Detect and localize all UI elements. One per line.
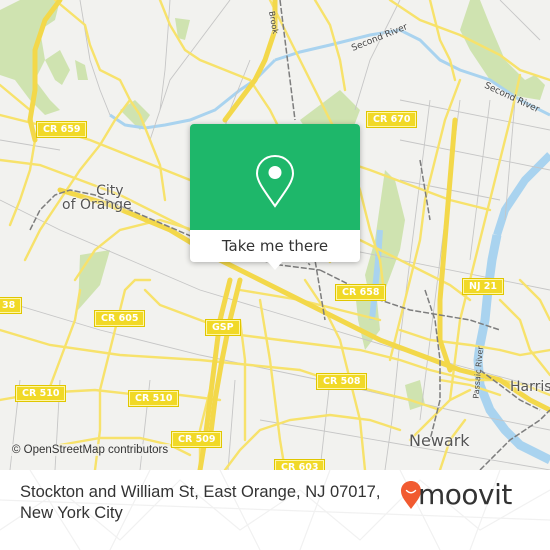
road-shield-cr-603: CR 603 (273, 459, 326, 470)
address-line2: New York City (20, 504, 123, 522)
road-shield-cr-638: 38 (0, 297, 23, 314)
address-line1: Stockton and William St, East Orange, NJ… (20, 483, 381, 501)
road-shield-cr-605: CR 605 (93, 310, 146, 327)
place-label-city-of-orange: City of Orange (62, 183, 132, 212)
popup-header (190, 124, 360, 230)
place-label-line1: City (96, 183, 124, 199)
address-text: Stockton and William St, East Orange, NJ… (20, 482, 410, 524)
moovit-logo: moovit (398, 478, 548, 518)
place-label-line2: of Orange (62, 197, 132, 213)
moovit-logo-text: moovit (418, 478, 512, 511)
road-shield-cr-510-east: CR 510 (127, 390, 180, 407)
road-shield-gsp: GSP (205, 319, 241, 336)
road-shield-cr-509: CR 509 (170, 431, 223, 448)
place-label-newark: Newark (409, 431, 470, 450)
map-attribution[interactable]: © OpenStreetMap contributors (10, 444, 171, 456)
road-shield-cr-670: CR 670 (365, 111, 418, 128)
map-view[interactable]: City of Orange Newark Harrison Second Ri… (0, 0, 550, 470)
location-popup: Take me there (190, 124, 360, 270)
map-pin-icon (255, 154, 295, 208)
footer: Stockton and William St, East Orange, NJ… (0, 470, 550, 550)
road-shield-cr-508: CR 508 (315, 373, 368, 390)
road-shield-cr-658: CR 658 (334, 284, 387, 301)
road-shield-nj-21: NJ 21 (461, 278, 505, 295)
road-shield-cr-659: CR 659 (35, 121, 88, 138)
popup-pointer (267, 261, 283, 270)
take-me-there-button[interactable]: Take me there (190, 230, 360, 262)
place-label-harrison: Harrison (510, 379, 550, 395)
road-shield-cr-510-west: CR 510 (14, 385, 67, 402)
